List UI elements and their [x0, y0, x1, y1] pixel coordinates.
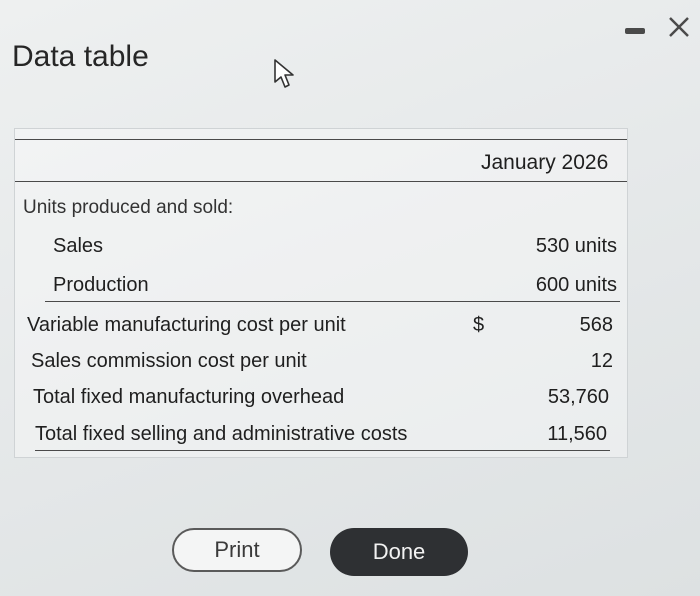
cost-row-label: Total fixed manufacturing overhead	[33, 386, 345, 408]
cost-row-value: 11,560	[547, 423, 607, 445]
cost-row-value: 568	[579, 314, 613, 336]
dialog-title: Data table	[12, 40, 149, 73]
minimize-icon[interactable]	[625, 28, 645, 34]
data-table: January 2026 Units produced and sold: Sa…	[14, 128, 628, 458]
unit-row-value: 600 units	[535, 274, 617, 296]
bottom-rule	[35, 450, 610, 451]
cost-row-label: Total fixed selling and administrative c…	[35, 423, 408, 445]
mouse-cursor-icon	[274, 59, 294, 88]
units-rule	[45, 301, 620, 302]
cost-row-value: 12	[590, 350, 613, 372]
unit-row-label: Sales	[53, 235, 104, 257]
unit-row-label: Production	[53, 274, 149, 296]
unit-row-value: 530 units	[535, 235, 617, 257]
done-button[interactable]: Done	[330, 528, 468, 576]
cost-row-value: 53,760	[547, 386, 609, 408]
print-button[interactable]: Print	[172, 528, 302, 572]
currency-symbol: $	[473, 314, 485, 336]
cost-row-label: Sales commission cost per unit	[31, 350, 307, 372]
column-header: January 2026	[481, 151, 609, 174]
header-rule	[15, 181, 627, 182]
section-label: Units produced and sold:	[23, 197, 234, 218]
close-icon[interactable]	[664, 12, 694, 42]
cost-row-label: Variable manufacturing cost per unit	[27, 314, 346, 336]
table-top-rule	[15, 139, 627, 140]
